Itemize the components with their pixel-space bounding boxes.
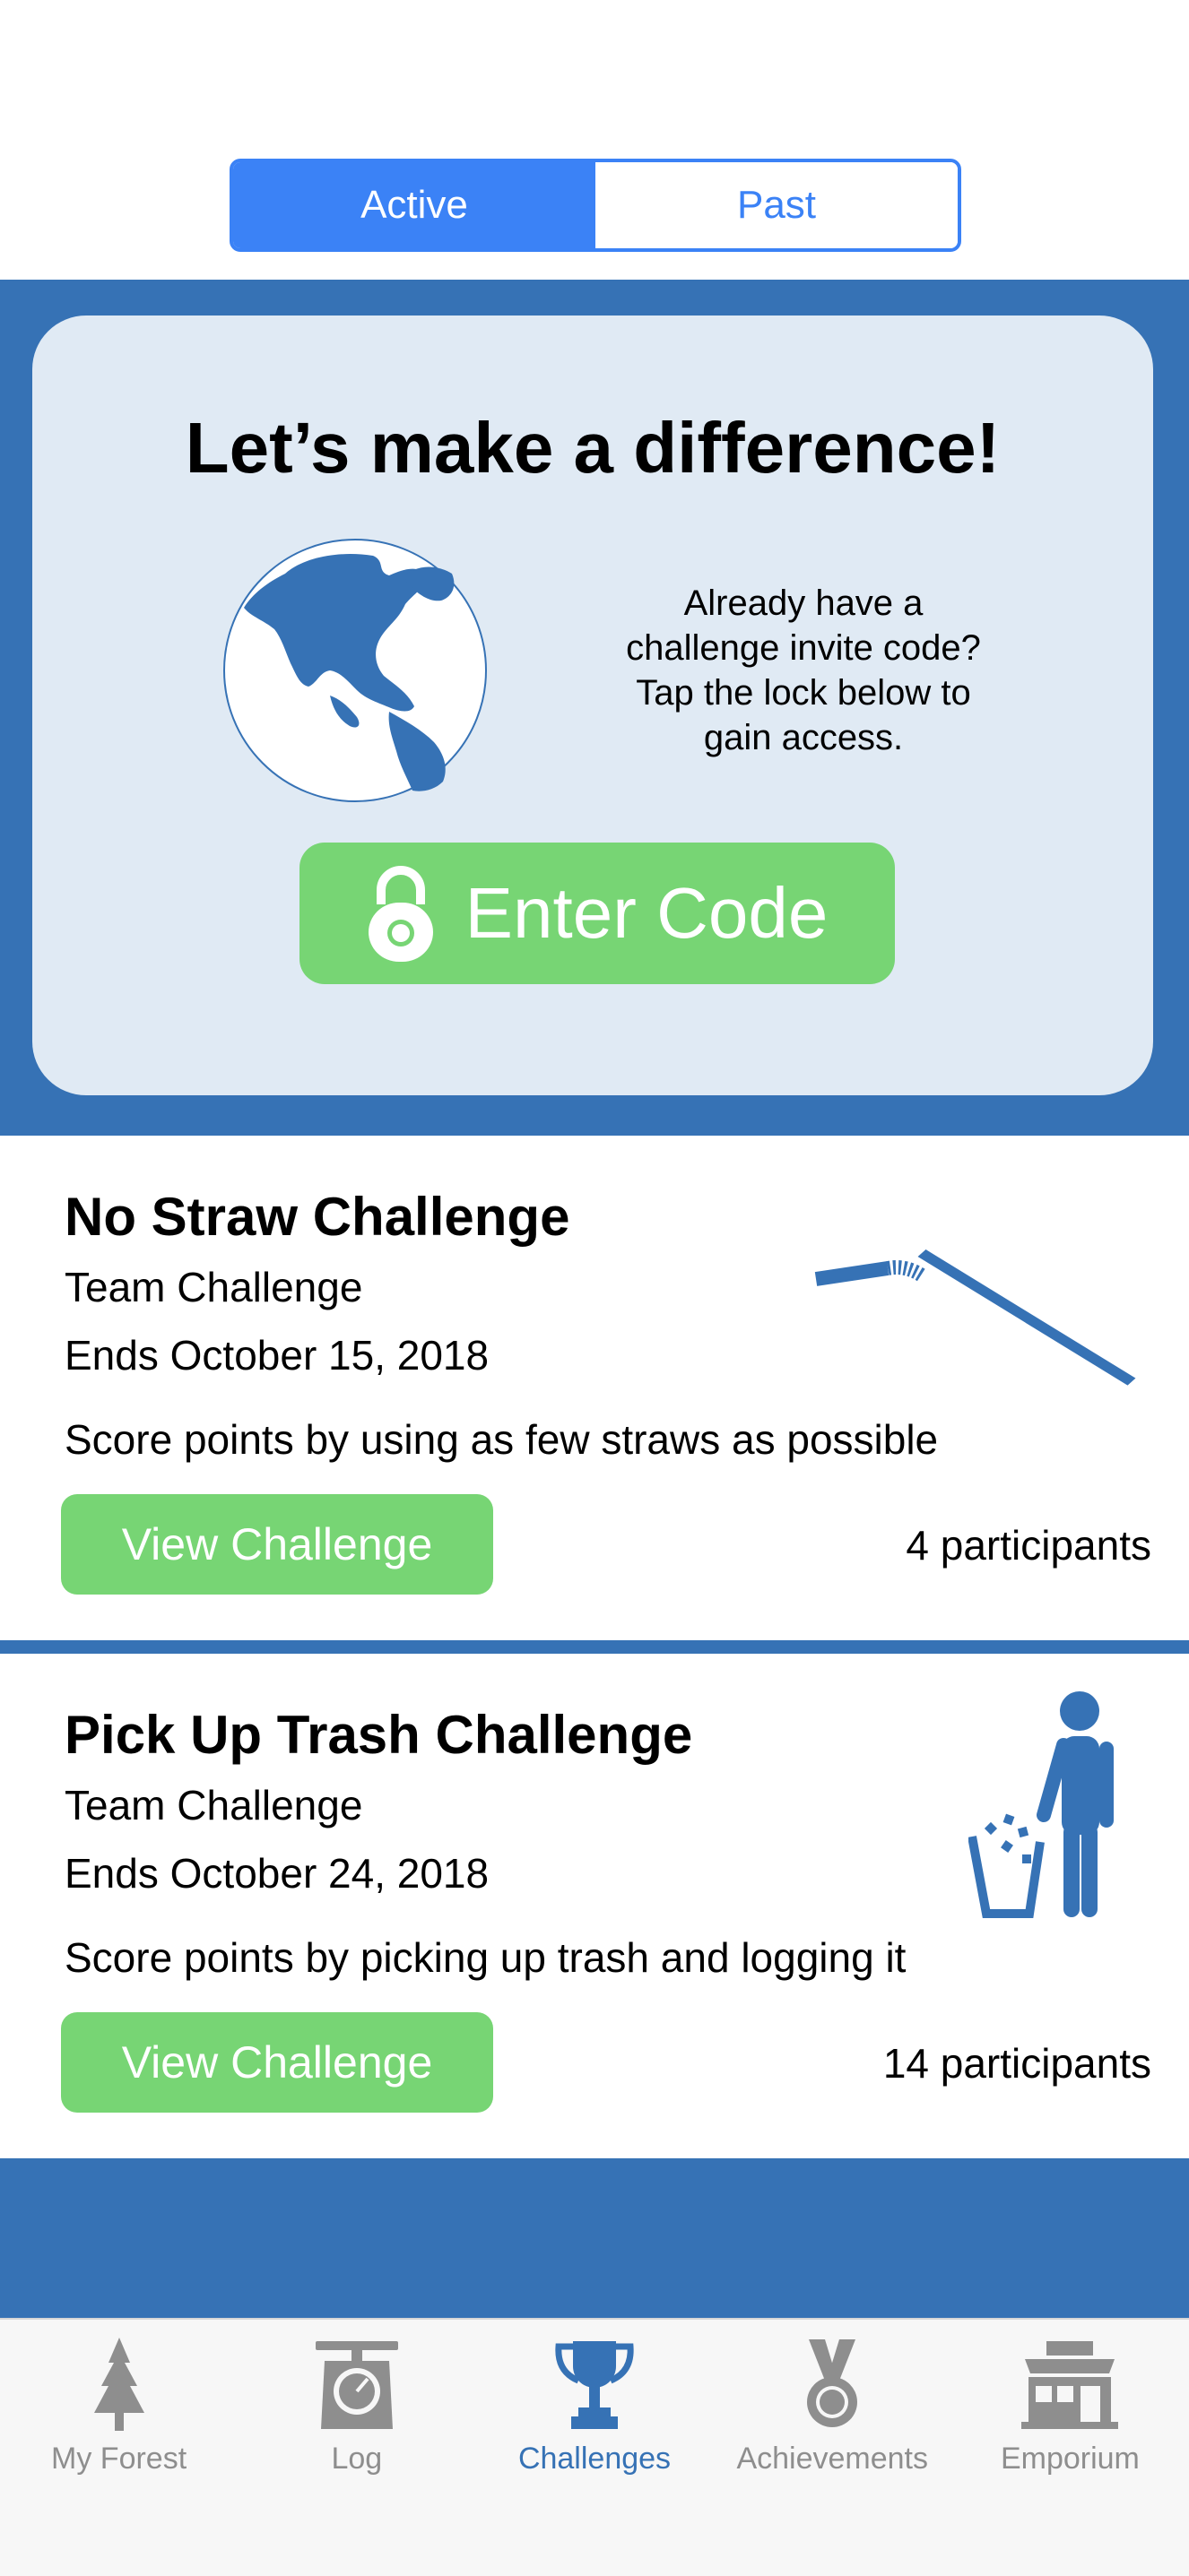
challenge-filter-segmented-control: Active Past (230, 159, 961, 252)
view-challenge-button[interactable]: View Challenge (61, 2012, 493, 2113)
challenge-title: No Straw Challenge (65, 1187, 570, 1247)
participant-count: 14 participants (882, 2040, 1151, 2087)
challenge-card: Pick Up Trash Challenge Team Challenge E… (0, 1654, 1189, 2158)
lock-icon (368, 866, 433, 962)
enter-code-label: Enter Code (464, 873, 829, 953)
challenge-type: Team Challenge (65, 1782, 363, 1828)
enter-code-button[interactable]: Enter Code (299, 843, 895, 984)
challenge-description: Score points by picking up trash and log… (65, 1934, 907, 1981)
challenge-card: No Straw Challenge Team Challenge Ends O… (0, 1136, 1189, 1640)
tree-icon (93, 2338, 144, 2431)
tabbar-item-achievements[interactable]: Achievements (714, 2320, 951, 2576)
participant-count: 4 participants (906, 1522, 1151, 1569)
store-icon (1021, 2341, 1119, 2429)
trophy-icon (555, 2341, 634, 2429)
tabbar-item-my-forest[interactable]: My Forest (0, 2320, 238, 2576)
challenge-description: Score points by using as few straws as p… (65, 1416, 939, 1463)
tabbar-item-challenges[interactable]: Challenges (475, 2320, 713, 2576)
challenge-type: Team Challenge (65, 1264, 363, 1310)
invite-code-card: Let’s make a difference! Already have a … (32, 316, 1153, 1095)
challenge-separator (0, 1640, 1189, 1654)
challenge-end-date: Ends October 24, 2018 (65, 1850, 490, 1897)
view-challenge-button[interactable]: View Challenge (61, 1494, 493, 1595)
straw-icon (814, 1249, 1136, 1386)
challenge-title: Pick Up Trash Challenge (65, 1705, 693, 1765)
hero-title: Let’s make a difference! (185, 408, 1001, 488)
list-footer-background (0, 2158, 1189, 2318)
tab-past[interactable]: Past (595, 162, 958, 248)
globe-icon (223, 539, 487, 802)
bottom-tab-bar: My Forest Log Challenges Achievements Em… (0, 2318, 1189, 2576)
tabbar-item-log[interactable]: Log (238, 2320, 475, 2576)
tabbar-item-emporium[interactable]: Emporium (951, 2320, 1189, 2576)
medal-icon (807, 2339, 858, 2427)
trash-person-icon (968, 1691, 1114, 1918)
tab-active[interactable]: Active (233, 162, 595, 248)
invite-code-instructions: Already have a challenge invite code? Ta… (626, 583, 981, 757)
challenge-end-date: Ends October 15, 2018 (65, 1332, 490, 1379)
scale-icon (315, 2341, 398, 2429)
